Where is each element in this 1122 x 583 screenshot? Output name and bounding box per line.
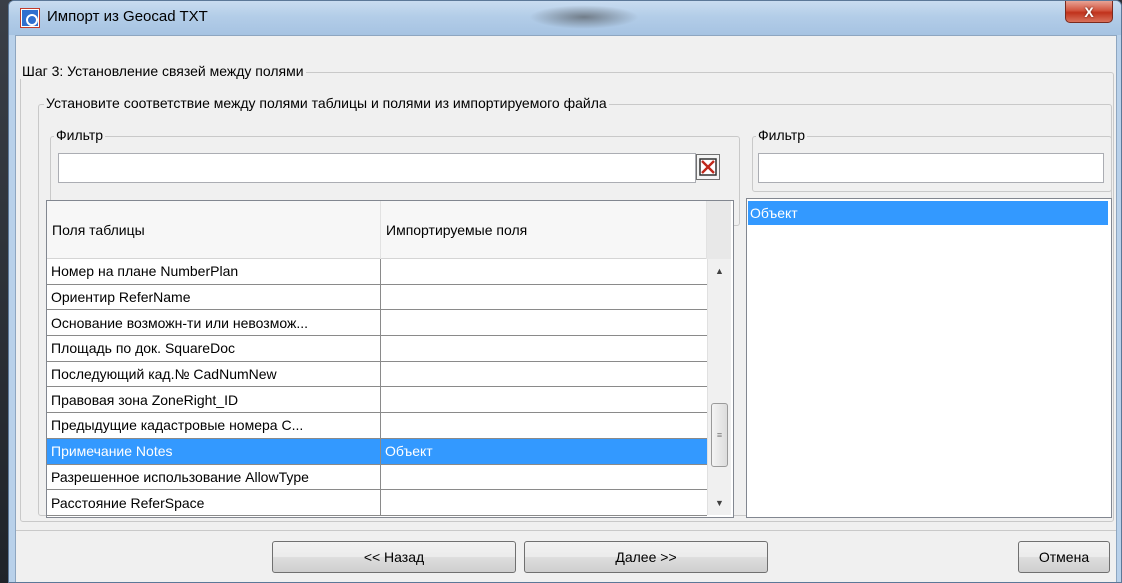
import-field-cell[interactable] [381, 285, 707, 310]
left-filter-input[interactable] [58, 153, 696, 183]
table-row[interactable]: Правовая зона ZoneRight_ID [47, 387, 707, 414]
table-row[interactable]: Площадь по док. SquareDoc [47, 336, 707, 362]
list-item[interactable]: Объект [748, 201, 1108, 225]
import-field-cell[interactable]: Объект [381, 439, 707, 464]
table-field-cell[interactable]: Примечание Notes [47, 438, 381, 464]
table-body: Номер на плане NumberPlan Ориентир ReferN… [47, 259, 707, 516]
import-field-cell[interactable] [381, 387, 707, 412]
import-field-cell[interactable] [381, 413, 707, 438]
column-header-imported-fields[interactable]: Импортируемые поля [381, 201, 707, 259]
footer-divider [16, 530, 1116, 531]
title-bar[interactable]: Импорт из Geocad TXT X [9, 1, 1121, 35]
clear-filter-button[interactable] [696, 154, 720, 180]
table-field-cell[interactable]: Расстояние ReferSpace [47, 490, 381, 515]
table-scrollbar[interactable]: ▲ ≡ ▼ [707, 259, 731, 515]
table-header: Поля таблицы Импортируемые поля [47, 201, 707, 259]
right-filter-input[interactable] [758, 153, 1104, 183]
table-field-cell[interactable]: Правовая зона ZoneRight_ID [47, 387, 381, 413]
table-row[interactable]: Номер на плане NumberPlan [47, 259, 707, 285]
table-row[interactable]: Предыдущие кадастровые номера C... [47, 413, 707, 439]
import-field-cell[interactable] [381, 336, 707, 361]
cancel-button[interactable]: Отмена [1018, 541, 1110, 573]
import-field-cell[interactable] [381, 310, 707, 335]
header-corner [707, 201, 731, 259]
import-dialog: Импорт из Geocad TXT X Шаг 3: Установлен… [8, 0, 1122, 583]
table-field-cell[interactable]: Площадь по док. SquareDoc [47, 336, 381, 361]
scroll-down-arrow-icon[interactable]: ▼ [708, 493, 731, 513]
scroll-up-arrow-icon[interactable]: ▲ [708, 261, 731, 281]
next-button[interactable]: Далее >> [524, 541, 768, 573]
left-filter-legend: Фильтр [54, 127, 106, 143]
table-row[interactable]: Ориентир ReferName [47, 284, 707, 311]
table-row[interactable]: Последующий кад.№ CadNumNew [47, 361, 707, 388]
table-field-cell[interactable]: Ориентир ReferName [47, 284, 381, 310]
scroll-thumb[interactable]: ≡ [711, 403, 728, 467]
import-field-cell[interactable] [381, 259, 707, 284]
table-row[interactable]: Разрешенное использование AllowType [47, 464, 707, 491]
table-row[interactable]: Основание возможн-ти или невозмож... [47, 310, 707, 337]
right-filter-legend: Фильтр [756, 127, 808, 143]
import-field-cell[interactable] [381, 465, 707, 490]
table-field-cell[interactable]: Номер на плане NumberPlan [47, 259, 381, 284]
table-field-cell[interactable]: Последующий кад.№ CadNumNew [47, 361, 381, 387]
fields-table: Поля таблицы Импортируемые поля Номер на… [46, 200, 734, 518]
table-field-cell[interactable]: Разрешенное использование AllowType [47, 464, 381, 490]
import-field-cell[interactable] [381, 362, 707, 387]
import-fields-list: Объект [746, 198, 1112, 518]
step-legend: Шаг 3: Установление связей между полями [20, 63, 306, 79]
clear-icon [699, 158, 717, 176]
table-row[interactable]: Расстояние ReferSpace [47, 490, 707, 516]
column-header-table-fields[interactable]: Поля таблицы [47, 201, 381, 259]
table-field-cell[interactable]: Основание возможн-ти или невозмож... [47, 310, 381, 336]
back-button[interactable]: << Назад [272, 541, 516, 573]
import-field-cell[interactable] [381, 490, 707, 515]
table-row[interactable]: Примечание Notes Объект [47, 438, 707, 465]
close-button[interactable]: X [1065, 1, 1113, 23]
window-title: Импорт из Geocad TXT [47, 8, 208, 25]
mapping-legend: Установите соответствие между полями таб… [44, 95, 609, 111]
table-field-cell[interactable]: Предыдущие кадастровые номера C... [47, 413, 381, 438]
dialog-client-area: Шаг 3: Установление связей между полями … [15, 35, 1117, 582]
title-bar-background-blur [529, 5, 639, 29]
app-icon [21, 9, 39, 27]
